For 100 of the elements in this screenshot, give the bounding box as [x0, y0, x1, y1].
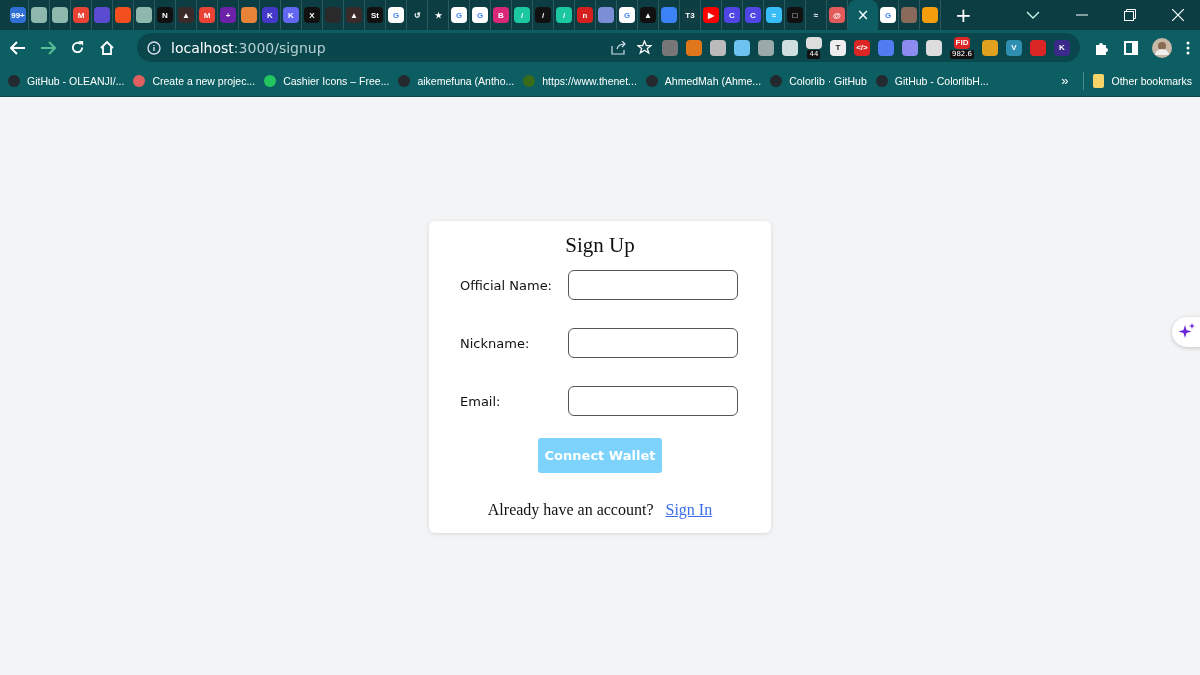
tab-favicon: [241, 7, 257, 23]
tab-favicon: □: [787, 7, 803, 23]
sign-in-link[interactable]: Sign In: [665, 501, 713, 519]
tab-favicon: G: [619, 7, 635, 23]
input-field[interactable]: [568, 270, 738, 300]
assistant-button[interactable]: [1172, 317, 1200, 347]
browser-tab[interactable]: C: [722, 0, 743, 30]
browser-tab[interactable]: [659, 0, 680, 30]
tab-favicon: ▲: [640, 7, 656, 23]
extension-icon[interactable]: </>: [853, 39, 870, 56]
bookmark[interactable]: GitHub - ColorlibH...: [875, 74, 989, 87]
new-tab-button[interactable]: +: [951, 3, 976, 27]
browser-tab[interactable]: [50, 0, 71, 30]
browser-tab[interactable]: ▲: [638, 0, 659, 30]
browser-tab[interactable]: M: [71, 0, 92, 30]
browser-tab[interactable]: [920, 0, 941, 30]
field-label: Official Name:: [460, 277, 553, 293]
bookmark[interactable]: Cashier Icons – Free...: [264, 74, 390, 87]
menu-icon[interactable]: [1186, 40, 1190, 55]
reload-icon[interactable]: [70, 40, 85, 55]
home-icon[interactable]: [99, 39, 115, 56]
browser-tab[interactable]: ★: [428, 0, 449, 30]
browser-tab[interactable]: K: [281, 0, 302, 30]
bookmark[interactable]: AhmedMah (Ahme...: [645, 74, 762, 87]
browser-tab[interactable]: [239, 0, 260, 30]
browser-tab[interactable]: X: [302, 0, 323, 30]
browser-tab[interactable]: □: [785, 0, 806, 30]
bookmark[interactable]: https://www.thenet...: [523, 74, 637, 87]
back-icon[interactable]: [10, 40, 26, 55]
bookmark[interactable]: Create a new projec...: [133, 74, 256, 87]
bookmark[interactable]: aikemefuna (Antho...: [398, 74, 515, 87]
browser-tab[interactable]: 99+: [8, 0, 29, 30]
browser-tab[interactable]: [134, 0, 155, 30]
browser-tab[interactable]: B: [491, 0, 512, 30]
extension-icon[interactable]: FID: [953, 36, 970, 49]
extension-icon[interactable]: V: [1006, 39, 1022, 56]
browser-tab[interactable]: ▶: [701, 0, 722, 30]
extension-icon[interactable]: [733, 39, 750, 56]
browser-tab[interactable]: ×: [848, 0, 878, 30]
browser-tab[interactable]: [596, 0, 617, 30]
extension-icon[interactable]: [685, 39, 702, 56]
browser-tab[interactable]: G: [878, 0, 899, 30]
extension-icon[interactable]: K: [1054, 39, 1070, 56]
browser-tab[interactable]: G: [617, 0, 638, 30]
extension-icon[interactable]: [925, 39, 942, 56]
browser-tab[interactable]: St: [365, 0, 386, 30]
close-tab-button[interactable]: ×: [856, 6, 870, 24]
browser-tab[interactable]: G: [470, 0, 491, 30]
browser-tab[interactable]: N: [155, 0, 176, 30]
url-text: localhost:3000/signup: [171, 39, 326, 56]
tab-favicon: [31, 7, 47, 23]
browser-tab[interactable]: C: [743, 0, 764, 30]
browser-tab[interactable]: +: [218, 0, 239, 30]
browser-tab[interactable]: ≈: [806, 0, 827, 30]
browser-tab[interactable]: ↺: [407, 0, 428, 30]
tab-search-icon[interactable]: [1026, 11, 1040, 19]
other-bookmarks-folder[interactable]: Other bookmarks: [1093, 73, 1192, 88]
browser-tab[interactable]: T3: [680, 0, 701, 30]
browser-tab[interactable]: [113, 0, 134, 30]
browser-tab[interactable]: ▲: [176, 0, 197, 30]
browser-tab[interactable]: ▲: [344, 0, 365, 30]
restore-icon[interactable]: [1124, 9, 1136, 21]
tab-favicon: G: [388, 7, 404, 23]
side-panel-icon[interactable]: [1124, 40, 1138, 55]
input-field[interactable]: [568, 386, 738, 416]
extension-icon[interactable]: [982, 39, 998, 56]
browser-tab[interactable]: [899, 0, 920, 30]
browser-tab[interactable]: n: [575, 0, 596, 30]
browser-tab[interactable]: G: [449, 0, 470, 30]
tab-favicon: T3: [682, 7, 698, 23]
bookmark[interactable]: GitHub - OLEANJI/...: [8, 74, 125, 87]
tab-favicon: 99+: [10, 7, 26, 23]
tab-favicon: St: [367, 7, 383, 23]
extension-icon[interactable]: [709, 39, 726, 56]
browser-tab[interactable]: M: [197, 0, 218, 30]
tab-favicon: n: [577, 7, 593, 23]
forward-icon[interactable]: [40, 40, 56, 55]
extension-icon[interactable]: [805, 36, 822, 49]
field-label: Email:: [460, 393, 502, 409]
browser-tab[interactable]: K: [260, 0, 281, 30]
extension-icon[interactable]: [781, 39, 798, 56]
close-icon[interactable]: [1172, 9, 1184, 21]
tab-favicon: [661, 7, 677, 23]
bookmark[interactable]: Colorlib · GitHub: [770, 74, 867, 87]
extension-icon[interactable]: [757, 39, 774, 56]
tab-favicon: ▲: [346, 7, 362, 23]
tab-favicon: K: [283, 7, 299, 23]
avatar-icon[interactable]: [1152, 37, 1172, 58]
share-icon[interactable]: [610, 40, 627, 55]
extension-icon[interactable]: T: [829, 39, 846, 56]
browser-tab[interactable]: G: [386, 0, 407, 30]
star-icon[interactable]: [636, 40, 652, 55]
more-bookmarks-button[interactable]: »: [1055, 72, 1075, 89]
input-field[interactable]: [568, 328, 738, 358]
extension-icon[interactable]: [901, 39, 918, 56]
tab-favicon: [598, 7, 614, 23]
browser-tab[interactable]: [29, 0, 50, 30]
signin-prompt: Already have an account?: [487, 501, 654, 519]
info-icon[interactable]: [147, 40, 161, 55]
browser-tab[interactable]: /: [533, 0, 554, 30]
